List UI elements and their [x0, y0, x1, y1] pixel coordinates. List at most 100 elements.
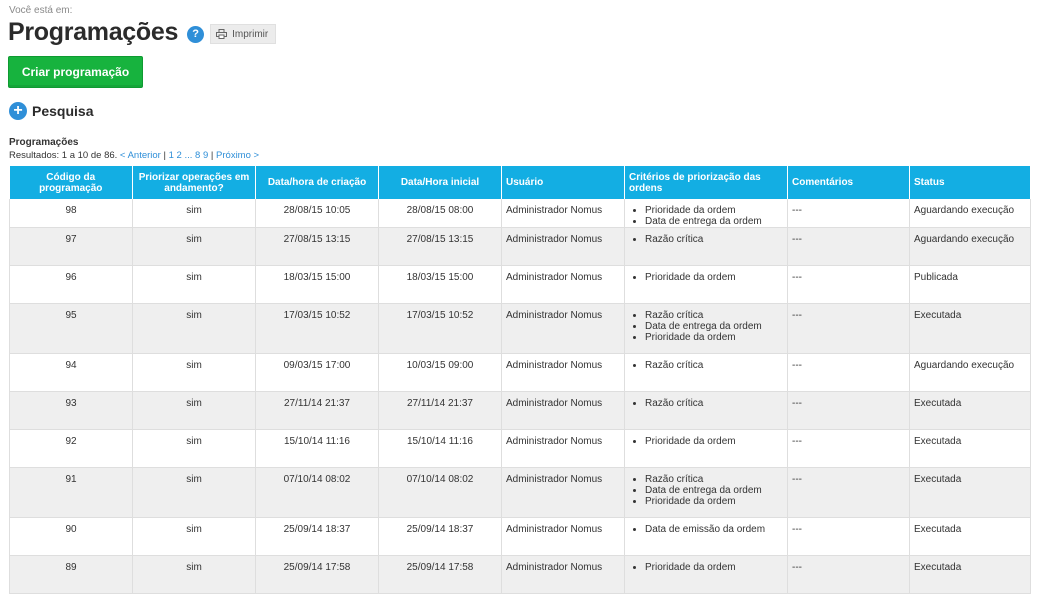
prev-page-link[interactable]: < Anterior — [120, 150, 161, 161]
cell-user: Administrador Nomus — [501, 227, 625, 266]
create-programming-button[interactable]: Criar programação — [8, 56, 143, 88]
criteria-item: Data de emissão da ordem — [645, 524, 783, 535]
cell-created: 27/08/15 13:15 — [255, 227, 379, 266]
col-header-start[interactable]: Data/Hora inicial — [378, 166, 502, 199]
criteria-item: Prioridade da ordem — [645, 205, 783, 216]
col-header-status[interactable]: Status — [909, 166, 1031, 199]
criteria-list: Data de emissão da ordem — [629, 524, 783, 535]
table-row[interactable]: 94 sim 09/03/15 17:00 10/03/15 09:00 Adminis… — [9, 353, 1031, 392]
cell-status: Aguardando execução — [909, 353, 1031, 392]
cell-comments: --- — [787, 227, 910, 266]
page-link-8[interactable]: 8 — [195, 150, 200, 161]
criteria-item: Prioridade da ordem — [645, 272, 783, 283]
cell-criteria: Prioridade da ordem — [624, 429, 788, 468]
cell-comments: --- — [787, 303, 910, 354]
col-header-prioritize[interactable]: Priorizar operações em andamento? — [132, 166, 256, 199]
table-row[interactable]: 91 sim 07/10/14 08:02 07/10/14 08:02 Adminis… — [9, 467, 1031, 518]
page-link-1[interactable]: 1 — [169, 150, 174, 161]
cell-criteria: Razão crítica — [624, 353, 788, 392]
page-link-2[interactable]: 2 — [177, 150, 182, 161]
cell-criteria: Data de emissão da ordem — [624, 517, 788, 556]
next-page-link[interactable]: Próximo > — [216, 150, 259, 161]
plus-circle-icon: + — [9, 102, 27, 120]
cell-start: 27/11/14 21:37 — [378, 391, 502, 430]
cell-criteria: Razão crítica — [624, 391, 788, 430]
criteria-item: Prioridade da ordem — [645, 496, 783, 507]
cell-prioritize: sim — [132, 303, 256, 354]
cell-status: Executada — [909, 467, 1031, 518]
cell-status: Publicada — [909, 265, 1031, 304]
criteria-item: Razão crítica — [645, 360, 783, 371]
cell-comments: --- — [787, 517, 910, 556]
pager-ellipsis: ... — [184, 150, 193, 161]
cell-status: Executada — [909, 555, 1031, 594]
printer-icon — [216, 29, 228, 39]
cell-criteria: Razão críticaData de entrega da ordemPri… — [624, 467, 788, 518]
programming-table: Código da programação Priorizar operaçõe… — [9, 166, 1031, 594]
col-header-comments[interactable]: Comentários — [787, 166, 910, 199]
table-row[interactable]: 90 sim 25/09/14 18:37 25/09/14 18:37 Adminis… — [9, 517, 1031, 556]
search-toggle[interactable]: + Pesquisa — [9, 102, 93, 120]
criteria-item: Razão crítica — [645, 398, 783, 409]
cell-status: Aguardando execução — [909, 227, 1031, 266]
cell-start: 15/10/14 11:16 — [378, 429, 502, 468]
cell-created: 18/03/15 15:00 — [255, 265, 379, 304]
cell-status: Executada — [909, 303, 1031, 354]
cell-start: 10/03/15 09:00 — [378, 353, 502, 392]
cell-code: 97 — [9, 227, 133, 266]
cell-user: Administrador Nomus — [501, 429, 625, 468]
col-header-code[interactable]: Código da programação — [9, 166, 133, 199]
cell-start: 27/08/15 13:15 — [378, 227, 502, 266]
cell-comments: --- — [787, 265, 910, 304]
cell-created: 09/03/15 17:00 — [255, 353, 379, 392]
print-label: Imprimir — [232, 28, 269, 40]
cell-prioritize: sim — [132, 429, 256, 468]
col-header-created[interactable]: Data/hora de criação — [255, 166, 379, 199]
cell-start: 28/08/15 08:00 — [378, 199, 502, 228]
cell-comments: --- — [787, 429, 910, 468]
table-row[interactable]: 96 sim 18/03/15 15:00 18/03/15 15:00 Adminis… — [9, 265, 1031, 304]
cell-user: Administrador Nomus — [501, 555, 625, 594]
cell-status: Aguardando execução — [909, 199, 1031, 228]
table-row[interactable]: 95 sim 17/03/15 10:52 17/03/15 10:52 Adminis… — [9, 303, 1031, 354]
cell-code: 92 — [9, 429, 133, 468]
pagination: Resultados: 1 a 10 de 86. < Anterior | 1… — [9, 150, 259, 161]
criteria-item: Data de entrega da ordem — [645, 216, 783, 227]
cell-created: 17/03/15 10:52 — [255, 303, 379, 354]
table-row[interactable]: 93 sim 27/11/14 21:37 27/11/14 21:37 Adminis… — [9, 391, 1031, 430]
table-header-row: Código da programação Priorizar operaçõe… — [9, 166, 1031, 199]
criteria-list: Razão críticaData de entrega da ordemPri… — [629, 310, 783, 343]
cell-prioritize: sim — [132, 265, 256, 304]
pager-separator: | — [208, 150, 217, 161]
breadcrumb: Você está em: — [9, 5, 73, 16]
cell-start: 25/09/14 17:58 — [378, 555, 502, 594]
question-circle-icon[interactable]: ? — [187, 25, 205, 43]
results-count: Resultados: 1 a 10 de 86. — [9, 150, 118, 161]
criteria-item: Prioridade da ordem — [645, 332, 783, 343]
cell-created: 25/09/14 17:58 — [255, 555, 379, 594]
table-row[interactable]: 97 sim 27/08/15 13:15 27/08/15 13:15 Adminis… — [9, 227, 1031, 266]
cell-prioritize: sim — [132, 391, 256, 430]
table-row[interactable]: 89 sim 25/09/14 17:58 25/09/14 17:58 Adminis… — [9, 555, 1031, 594]
cell-criteria: Prioridade da ordemData de entrega da or… — [624, 199, 788, 228]
cell-prioritize: sim — [132, 227, 256, 266]
criteria-list: Prioridade da ordemData de entrega da or… — [629, 205, 783, 227]
cell-code: 89 — [9, 555, 133, 594]
table-row[interactable]: 98 sim 28/08/15 10:05 28/08/15 08:00 Adminis… — [9, 199, 1031, 228]
table-row[interactable]: 92 sim 15/10/14 11:16 15/10/14 11:16 Adminis… — [9, 429, 1031, 468]
cell-comments: --- — [787, 555, 910, 594]
page-title: Programações — [8, 18, 179, 46]
criteria-list: Prioridade da ordem — [629, 562, 783, 573]
cell-start: 18/03/15 15:00 — [378, 265, 502, 304]
criteria-item: Prioridade da ordem — [645, 436, 783, 447]
cell-comments: --- — [787, 199, 910, 228]
cell-code: 93 — [9, 391, 133, 430]
criteria-list: Prioridade da ordem — [629, 436, 783, 447]
criteria-item: Razão crítica — [645, 474, 783, 485]
col-header-criteria[interactable]: Critérios de priorização das ordens — [624, 166, 788, 199]
cell-code: 90 — [9, 517, 133, 556]
print-button[interactable]: Imprimir — [210, 24, 277, 44]
cell-comments: --- — [787, 467, 910, 518]
col-header-user[interactable]: Usuário — [501, 166, 625, 199]
cell-created: 15/10/14 11:16 — [255, 429, 379, 468]
